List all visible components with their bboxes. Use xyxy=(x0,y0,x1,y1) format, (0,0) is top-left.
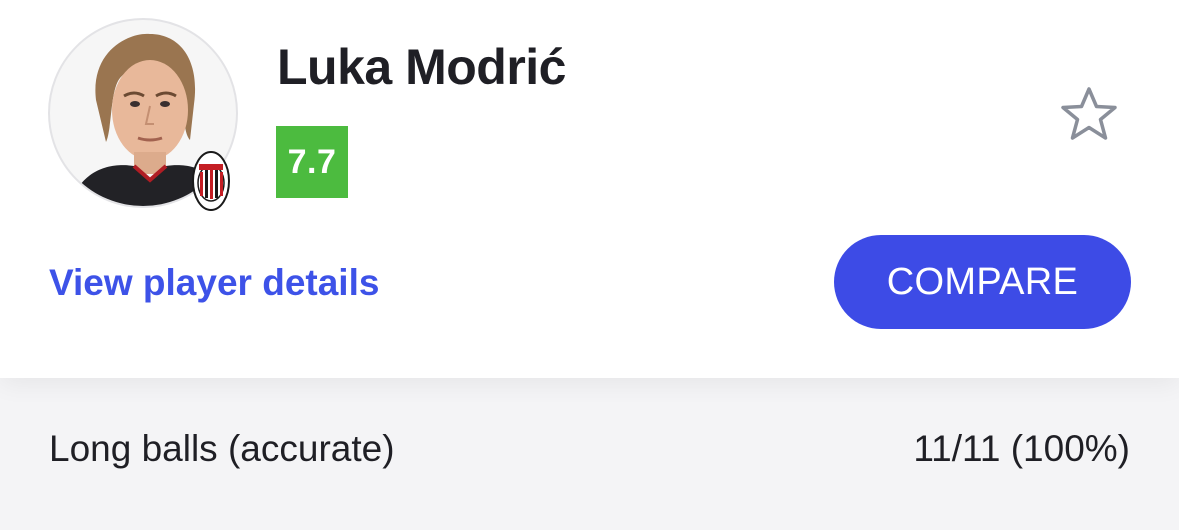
star-outline-icon[interactable] xyxy=(1058,84,1120,146)
compare-button[interactable]: COMPARE xyxy=(834,235,1131,329)
stat-row: Long balls (accurate) 11/11 (100%) xyxy=(0,410,1179,490)
stat-value: 11/11 (100%) xyxy=(913,428,1130,469)
player-rating-badge: 7.7 xyxy=(276,126,348,198)
stat-label: Long balls (accurate) xyxy=(49,428,395,469)
player-card: Luka Modrić 7.7 View player details COMP… xyxy=(0,0,1179,378)
view-player-details-link[interactable]: View player details xyxy=(49,262,379,304)
ac-milan-crest-icon xyxy=(192,151,230,211)
player-name: Luka Modrić xyxy=(277,39,566,95)
